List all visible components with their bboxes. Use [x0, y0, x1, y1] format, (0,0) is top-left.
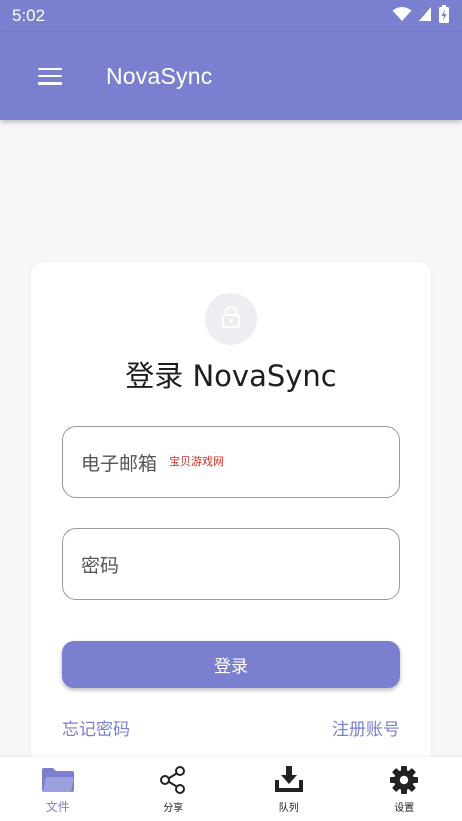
- nav-label-share: 分享: [163, 803, 184, 814]
- nav-label-queue: 队列: [278, 803, 299, 814]
- watermark-text: 宝贝游戏网: [169, 455, 225, 468]
- gear-icon: [387, 765, 421, 795]
- nav-item-settings[interactable]: 设置: [347, 757, 462, 821]
- share-icon: [156, 765, 190, 795]
- register-link[interactable]: 注册账号: [332, 715, 400, 740]
- lock-icon: [220, 305, 242, 333]
- app-title: NovaSync: [106, 62, 213, 89]
- menu-button[interactable]: [0, 32, 102, 120]
- menu-icon: [38, 67, 62, 85]
- email-field[interactable]: 电子邮箱 宝贝游戏网: [62, 426, 400, 498]
- status-icons: [392, 4, 450, 28]
- status-time: 5:02: [12, 6, 46, 25]
- nav-label-files: 文件: [45, 800, 70, 814]
- password-field[interactable]: 密码: [62, 528, 400, 600]
- folder-icon: [41, 765, 75, 795]
- nav-item-queue[interactable]: 队列: [231, 757, 347, 821]
- login-button[interactable]: 登录: [62, 641, 400, 688]
- lock-avatar: [205, 293, 257, 345]
- signal-icon: [418, 6, 432, 27]
- password-label: 密码: [81, 554, 120, 577]
- login-title: 登录 NovaSync: [125, 359, 337, 393]
- login-card: 登录 NovaSync 电子邮箱 宝贝游戏网 密码 登录 忘记密码 注册账号: [31, 262, 431, 782]
- battery-icon: [438, 4, 450, 28]
- nav-item-files[interactable]: 文件: [0, 757, 116, 821]
- email-label: 电子邮箱: [81, 452, 158, 475]
- bottom-nav: 文件 分享 队列 设置: [0, 757, 462, 821]
- forgot-password-link[interactable]: 忘记密码: [62, 715, 130, 740]
- nav-item-share[interactable]: 分享: [116, 757, 232, 821]
- nav-label-settings: 设置: [394, 803, 415, 814]
- wifi-icon: [392, 6, 412, 27]
- download-icon: [272, 765, 306, 795]
- app-bar: NovaSync: [0, 32, 462, 120]
- status-bar: 5:02: [0, 0, 462, 32]
